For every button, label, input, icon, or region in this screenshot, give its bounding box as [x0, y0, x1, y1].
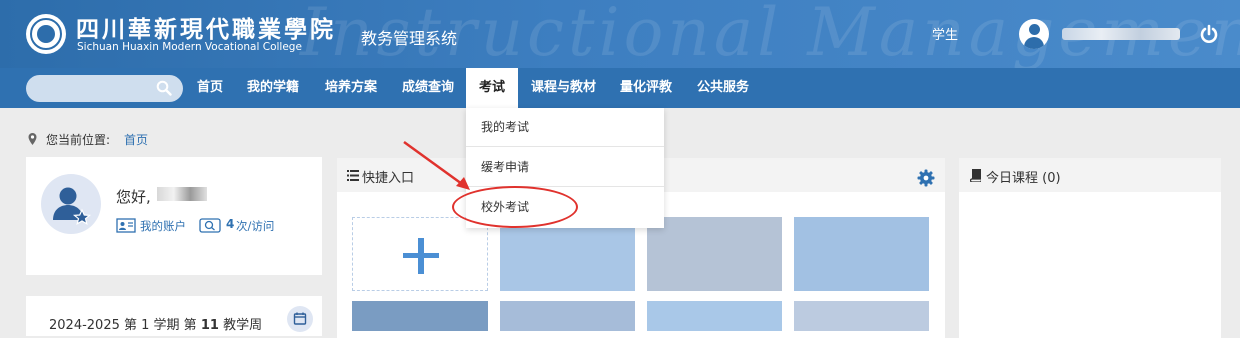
list-icon: [347, 170, 359, 181]
user-name-blurred[interactable]: [1062, 28, 1180, 40]
user-avatar-icon[interactable]: [1019, 19, 1049, 49]
nav-item-public-services[interactable]: 公共服务: [697, 68, 749, 108]
week-prefix: 第: [183, 318, 197, 333]
id-card-icon[interactable]: [116, 218, 136, 233]
location-pin-icon: [28, 133, 37, 145]
breadcrumb-label: 您当前位置:: [46, 133, 111, 147]
nav-item-teaching-evaluation[interactable]: 量化评教: [620, 68, 672, 108]
menu-item-my-exams[interactable]: 我的考试: [466, 108, 664, 147]
power-icon[interactable]: [1199, 24, 1219, 44]
user-profile-icon: [41, 174, 101, 234]
week-number: 11: [200, 318, 219, 333]
visit-icon: [199, 218, 221, 233]
user-role: 学生: [932, 28, 959, 43]
shortcut-tile[interactable]: [500, 217, 635, 291]
search-icon[interactable]: [156, 80, 172, 96]
shortcut-tile[interactable]: [500, 301, 635, 331]
nav-item-exam[interactable]: 考试: [466, 68, 518, 108]
visit-unit: 次/访问: [236, 219, 275, 233]
school-logo-emblem: [26, 14, 66, 54]
user-name-blurred: [157, 187, 207, 201]
menu-item-deferred-exam-application[interactable]: 缓考申请: [466, 148, 664, 187]
shortcut-tile[interactable]: [647, 301, 782, 331]
visit-count: 4: [226, 217, 235, 231]
shortcut-tile[interactable]: [794, 301, 929, 331]
system-title: 教务管理系统: [361, 29, 458, 48]
top-header: Instructional Management System 四川華新現代職業…: [0, 0, 1240, 68]
greeting-text: 您好,: [116, 188, 151, 206]
gear-icon[interactable]: [917, 169, 935, 187]
shortcut-tile[interactable]: [794, 217, 929, 291]
nav-item-student-status[interactable]: 我的学籍: [247, 68, 299, 108]
today-courses-title: 今日课程 (0): [986, 171, 1061, 186]
nav-item-grades[interactable]: 成绩查询: [402, 68, 454, 108]
shortcut-tile[interactable]: [352, 301, 488, 331]
my-account-link[interactable]: 我的账户: [140, 218, 186, 234]
nav-item-courses-textbooks[interactable]: 课程与教材: [531, 68, 596, 108]
annotation-ellipse: [452, 186, 578, 228]
breadcrumb-home-link[interactable]: 首页: [124, 131, 148, 148]
book-icon: [970, 169, 981, 182]
shortcut-tile[interactable]: [647, 217, 782, 291]
annotation-arrow: [403, 140, 470, 190]
school-name-cn: 四川華新現代職業學院: [76, 16, 336, 43]
plus-icon-vertical[interactable]: [418, 238, 424, 274]
week-suffix: 教学周: [223, 318, 263, 333]
term-label: 2024-2025 第 1 学期: [49, 318, 180, 333]
calendar-icon[interactable]: [287, 306, 313, 332]
school-name-en: Sichuan Huaxin Modern Vocational College: [77, 41, 302, 53]
nav-item-training-plan[interactable]: 培养方案: [325, 68, 377, 108]
term-info: 2024-2025 第 1 学期 第 11 教学周: [49, 314, 262, 333]
nav-item-home[interactable]: 首页: [197, 68, 223, 108]
